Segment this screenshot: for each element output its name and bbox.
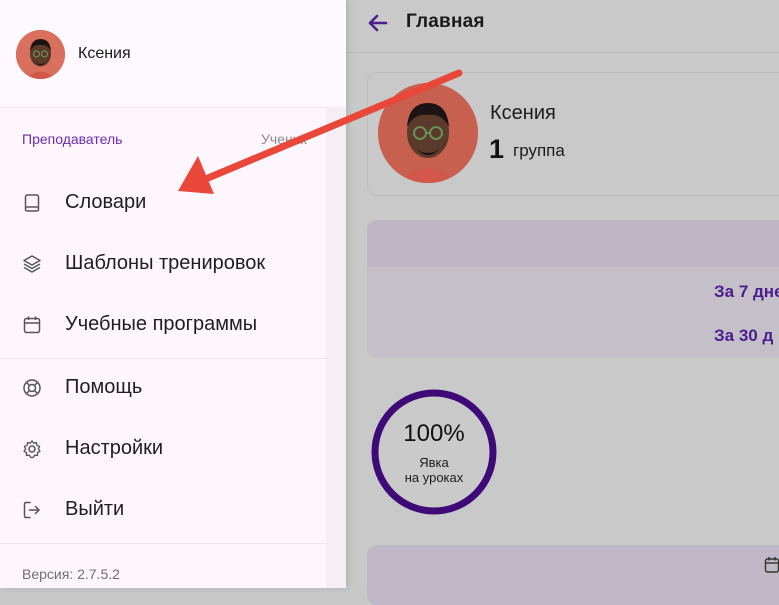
menu-item-dictionaries[interactable]: Словари [0, 174, 326, 234]
menu-label-help: Помощь [65, 376, 143, 398]
avatar[interactable] [16, 30, 65, 79]
navigation-drawer: Ксения Преподаватель Ученик Словари Шабл… [0, 0, 346, 588]
back-arrow-icon[interactable] [366, 12, 388, 34]
logout-icon [23, 501, 40, 519]
menu-item-training-templates[interactable]: Шаблоны тренировок [0, 235, 326, 295]
menu-label-settings: Настройки [65, 437, 164, 459]
app-version: Версия: 2.7.5.2 [22, 566, 120, 582]
gear-icon [23, 440, 41, 459]
group-number: 1 [489, 134, 505, 164]
menu-label-curricula: Учебные программы [65, 313, 258, 335]
menu-label-logout: Выйти [65, 498, 125, 520]
group-label: группа [513, 141, 565, 160]
period-7-days[interactable]: За 7 дне [714, 282, 779, 302]
attendance-label: Явка на уроках [370, 455, 498, 485]
period-30-days[interactable]: За 30 д [714, 326, 773, 346]
drawer-menu: Преподаватель Ученик Словари Шаблоны тре… [0, 107, 326, 588]
attendance-label-line2: на уроках [404, 470, 464, 485]
role-switcher: Преподаватель Ученик [0, 107, 326, 167]
menu-item-logout[interactable]: Выйти [0, 481, 326, 541]
role-tab-teacher[interactable]: Преподаватель [22, 131, 122, 147]
attendance-label-line1: Явка [419, 455, 449, 470]
layers-icon [23, 255, 41, 273]
lifebuoy-icon [23, 379, 41, 397]
lessons-card [367, 545, 779, 605]
menu-label-dictionaries: Словари [65, 191, 147, 213]
menu-divider [0, 543, 326, 544]
attendance-ring [371, 389, 497, 515]
attendance-value: 100% [403, 420, 465, 447]
menu-item-help[interactable]: Помощь [0, 359, 326, 419]
page-title: Главная [406, 11, 485, 32]
drawer-user-header[interactable]: Ксения [0, 0, 346, 108]
calendar-icon[interactable] [764, 556, 779, 574]
menu-label-training-templates: Шаблоны тренировок [65, 252, 266, 274]
menu-item-settings[interactable]: Настройки [0, 420, 326, 480]
profile-avatar [378, 83, 478, 183]
menu-item-curricula[interactable]: Учебные программы [0, 296, 326, 356]
stats-card-header [367, 220, 779, 267]
calendar-icon [23, 316, 41, 334]
drawer-scrollbar[interactable] [326, 107, 346, 588]
user-name: Ксения [78, 45, 131, 62]
book-icon [24, 194, 40, 212]
profile-name: Ксения [490, 102, 556, 124]
role-tab-student[interactable]: Ученик [261, 131, 307, 147]
